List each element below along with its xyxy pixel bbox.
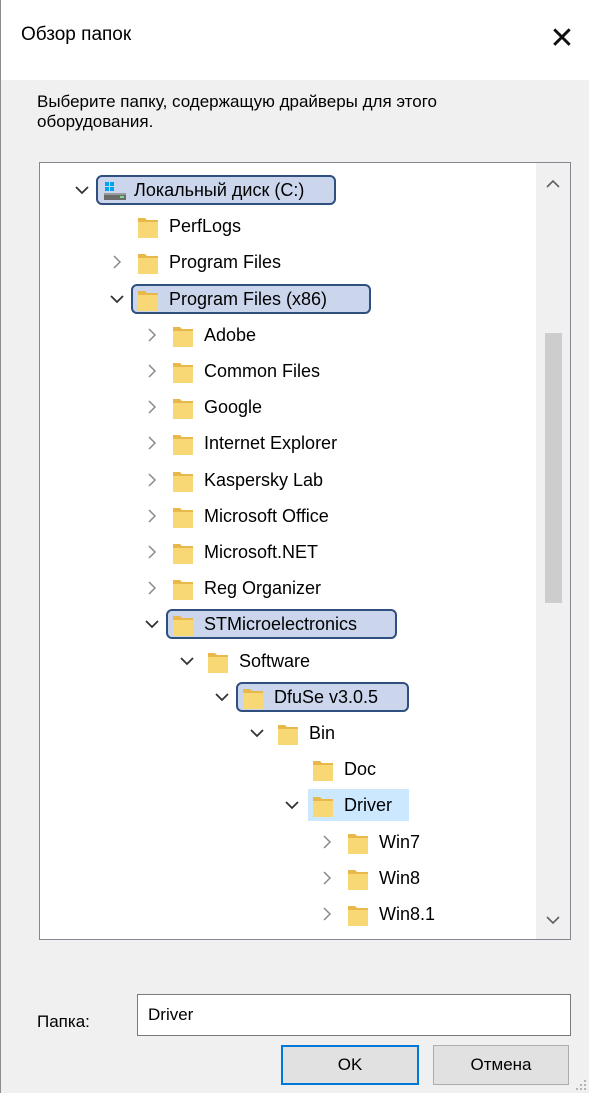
tree-item[interactable]: Program Files — [40, 246, 534, 278]
scroll-up-icon[interactable] — [536, 167, 570, 201]
ok-button[interactable]: OK — [281, 1045, 419, 1085]
chevron-down-icon[interactable] — [107, 283, 127, 315]
tree-item[interactable]: Google — [40, 391, 534, 423]
tree-item[interactable]: Internet Explorer — [40, 427, 534, 459]
chevron-right-icon[interactable] — [142, 355, 162, 387]
chevron-down-icon[interactable] — [177, 645, 197, 677]
folder-icon — [137, 251, 159, 275]
tree-item-label: Software — [239, 650, 311, 671]
tree-item-label: Internet Explorer — [204, 433, 338, 454]
dialog-title: Обзор папок — [21, 24, 132, 45]
tree-item-label: Google — [204, 397, 263, 418]
chevron-down-icon[interactable] — [72, 174, 92, 206]
folder-icon — [312, 758, 334, 782]
tree-item[interactable]: Reg Organizer — [40, 572, 534, 604]
folder-icon — [347, 867, 369, 891]
tree-item[interactable]: Win8 — [40, 862, 534, 894]
tree-item-label: Microsoft Office — [204, 505, 329, 526]
folder-icon — [172, 505, 194, 529]
scroll-down-icon[interactable] — [536, 903, 570, 937]
tree-item[interactable]: Microsoft.NET — [40, 536, 534, 568]
tree-item-label: Microsoft.NET — [204, 542, 319, 562]
chevron-right-icon[interactable] — [142, 427, 162, 459]
tree-item[interactable]: Kaspersky Lab — [40, 464, 534, 496]
tree-item-label: Win8.1 — [379, 904, 436, 924]
tree-item[interactable]: Software — [40, 645, 534, 677]
folder-field-label: Папка: — [37, 1012, 90, 1031]
tree-item[interactable]: DfuSe v3.0.5 — [40, 681, 534, 713]
tree-item[interactable]: Win7 — [40, 826, 534, 858]
tree-item-label: STMicroelectronics — [204, 614, 358, 635]
resize-grip-icon[interactable] — [573, 1077, 587, 1091]
instructions-text: Выберите папку, содержащую драйверы для … — [37, 92, 438, 131]
chevron-right-icon[interactable] — [142, 500, 162, 532]
tree-item[interactable]: Локальный диск (C:) — [40, 174, 534, 206]
tree-item[interactable]: Doc — [40, 753, 534, 785]
chevron-right-icon[interactable] — [107, 246, 127, 278]
folder-icon — [137, 288, 159, 312]
folder-icon — [312, 794, 334, 818]
tree-item-label: PerfLogs — [169, 216, 242, 237]
chevron-right-icon[interactable] — [142, 319, 162, 351]
folder-icon — [172, 541, 194, 565]
chevron-right-icon[interactable] — [142, 391, 162, 423]
tree-item-label: Локальный диск (C:) — [134, 180, 305, 200]
chevron-right-icon[interactable] — [142, 572, 162, 604]
folder-icon — [347, 903, 369, 927]
folder-icon — [137, 215, 159, 239]
folder-icon — [172, 577, 194, 601]
chevron-right-icon[interactable] — [142, 464, 162, 496]
folder-icon — [172, 613, 194, 637]
close-icon[interactable]: ✕ — [534, 12, 589, 64]
chevron-down-icon[interactable] — [142, 608, 162, 640]
tree-item-label: Reg Organizer — [204, 578, 322, 599]
tree-item[interactable]: Adobe — [40, 319, 534, 351]
tree-item[interactable]: PerfLogs — [40, 210, 534, 242]
tree-item-label: Driver — [344, 795, 392, 816]
folder-icon — [277, 722, 299, 746]
folder-icon — [172, 360, 194, 384]
folder-input[interactable] — [137, 994, 571, 1036]
title-bar[interactable]: Обзор папок ✕ — [1, 0, 589, 80]
tree-item-label: Doc — [344, 759, 377, 780]
tree-item[interactable]: STMicroelectronics — [40, 608, 534, 640]
folder-icon — [172, 432, 194, 456]
tree-item-label: Program Files — [169, 252, 282, 273]
tree-item[interactable]: Bin — [40, 717, 534, 749]
tree-item[interactable]: Program Files (x86) — [40, 283, 534, 315]
scrollbar-thumb[interactable] — [545, 333, 562, 603]
chevron-down-icon[interactable] — [282, 789, 302, 821]
folder-tree[interactable]: Локальный диск (C:) PerfLogs Program Files… — [39, 162, 571, 940]
folder-icon — [172, 469, 194, 493]
chevron-down-icon[interactable] — [247, 717, 267, 749]
tree-item[interactable]: Common Files — [40, 355, 534, 387]
folder-icon — [347, 831, 369, 855]
chevron-right-icon[interactable] — [142, 536, 162, 568]
folder-icon — [172, 324, 194, 348]
tree-item-label: Program Files (x86) — [169, 288, 328, 309]
chevron-right-icon[interactable] — [317, 862, 337, 894]
chevron-right-icon[interactable] — [317, 898, 337, 930]
tree-item[interactable]: Driver — [40, 789, 534, 822]
tree-item-label: Bin — [309, 723, 336, 743]
tree-item[interactable]: Microsoft Office — [40, 500, 534, 532]
cancel-button[interactable]: Отмена — [433, 1045, 569, 1085]
vertical-scrollbar[interactable] — [536, 163, 570, 939]
tree-item-label: Win7 — [379, 831, 421, 852]
chevron-down-icon[interactable] — [212, 681, 232, 713]
tree-item[interactable]: Win8.1 — [40, 898, 534, 930]
folder-icon — [242, 686, 264, 710]
tree-item-label: Common Files — [204, 361, 321, 381]
tree-item-label: Kaspersky Lab — [204, 469, 324, 490]
folder-icon — [172, 396, 194, 420]
folder-icon — [207, 650, 229, 674]
tree-item-label: Win8 — [379, 867, 421, 888]
chevron-right-icon[interactable] — [317, 826, 337, 858]
tree-item-label: Adobe — [204, 324, 257, 345]
drive-icon — [102, 179, 128, 203]
browse-folder-dialog: Обзор папок ✕ Выберите папку, содержащую… — [0, 0, 589, 1093]
tree-item-label: DfuSe v3.0.5 — [274, 686, 379, 707]
